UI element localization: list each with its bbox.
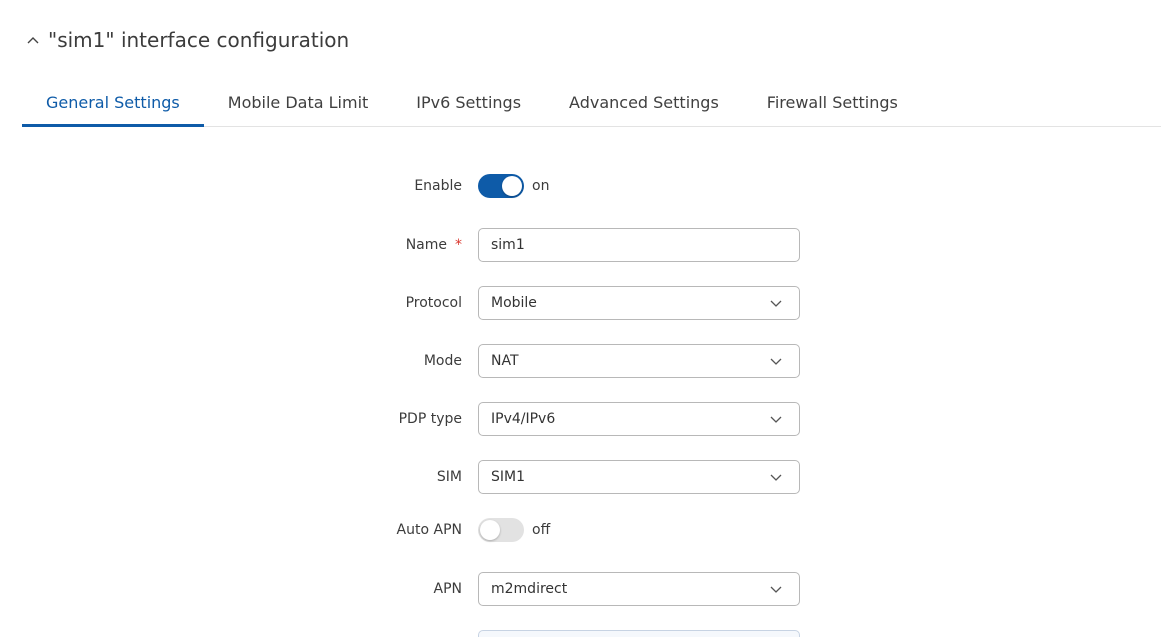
sim-value: SIM1 (491, 469, 526, 485)
apn-row: APN m2mdirect (0, 572, 1161, 606)
tab-ipv6-settings[interactable]: IPv6 Settings (392, 80, 545, 125)
name-label: Name (405, 237, 447, 253)
name-row: Name * sim1 (0, 228, 1161, 262)
enable-state-text: on (532, 178, 550, 194)
protocol-row: Protocol Mobile (0, 286, 1161, 320)
chevron-up-icon[interactable] (22, 29, 44, 51)
tab-advanced-settings[interactable]: Advanced Settings (545, 80, 743, 125)
mode-row: Mode NAT (0, 344, 1161, 378)
name-label-wrap: Name * (0, 237, 462, 253)
apn-value: m2mdirect (491, 581, 568, 597)
enable-row: Enable on (0, 174, 1161, 198)
protocol-label: Protocol (405, 295, 462, 311)
chevron-down-icon (769, 354, 783, 368)
auto-apn-row: Auto APN off (0, 518, 1161, 542)
next-field-partial[interactable] (478, 630, 800, 637)
pdp-type-row: PDP type IPv4/IPv6 (0, 402, 1161, 436)
chevron-down-icon (769, 470, 783, 484)
toggle-knob (502, 176, 522, 196)
sim-select[interactable]: SIM1 (478, 460, 800, 494)
section-header[interactable]: "sim1" interface configuration (22, 24, 349, 56)
chevron-down-icon (769, 296, 783, 310)
pdp-type-value: IPv4/IPv6 (491, 411, 556, 427)
tab-general-settings[interactable]: General Settings (22, 80, 204, 127)
apn-label: APN (433, 581, 463, 597)
name-input[interactable]: sim1 (478, 228, 800, 262)
tab-firewall-settings[interactable]: Firewall Settings (743, 80, 922, 125)
mode-label: Mode (423, 353, 462, 369)
interface-config-page: "sim1" interface configuration General S… (0, 0, 1161, 637)
protocol-value: Mobile (491, 295, 537, 311)
auto-apn-state-text: off (532, 522, 551, 538)
mode-value: NAT (491, 353, 519, 369)
chevron-down-icon (769, 412, 783, 426)
section-title: "sim1" interface configuration (48, 28, 350, 52)
toggle-knob (480, 520, 500, 540)
sim-row: SIM SIM1 (0, 460, 1161, 494)
required-marker: * (455, 237, 462, 253)
chevron-down-icon (769, 582, 783, 596)
enable-label: Enable (414, 178, 462, 194)
tab-mobile-data-limit[interactable]: Mobile Data Limit (204, 80, 393, 125)
mode-select[interactable]: NAT (478, 344, 800, 378)
sim-label: SIM (436, 469, 462, 485)
enable-toggle[interactable] (478, 174, 524, 198)
auto-apn-label: Auto APN (396, 522, 462, 538)
auto-apn-toggle[interactable] (478, 518, 524, 542)
protocol-select[interactable]: Mobile (478, 286, 800, 320)
name-input-value: sim1 (491, 237, 525, 253)
pdp-type-label: PDP type (398, 411, 462, 427)
pdp-type-select[interactable]: IPv4/IPv6 (478, 402, 800, 436)
tab-bar: General Settings Mobile Data Limit IPv6 … (22, 80, 1161, 127)
apn-select[interactable]: m2mdirect (478, 572, 800, 606)
